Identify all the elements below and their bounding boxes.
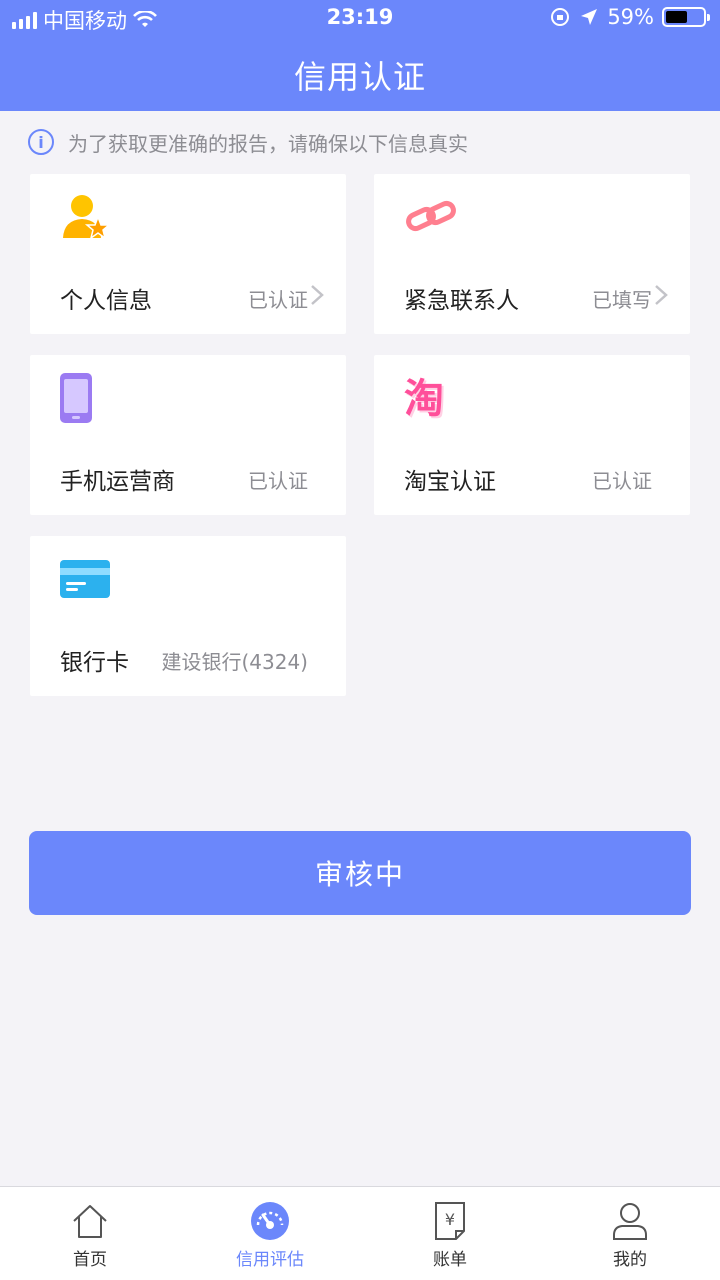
gauge-icon <box>251 1202 289 1240</box>
card-emergency-contact[interactable]: 紧急联系人 已填写 <box>374 174 690 334</box>
card-status: 已填写 <box>592 288 652 312</box>
bill-icon: ¥ <box>435 1202 465 1240</box>
status-bar: 中国移动 23:19 59% <box>0 0 720 36</box>
tab-bill[interactable]: ¥ 账单 <box>360 1187 540 1280</box>
card-status: 已认证 <box>592 469 652 493</box>
svg-text:¥: ¥ <box>445 1210 455 1229</box>
page-title: 信用认证 <box>293 58 426 96</box>
card-label: 个人信息 <box>60 288 152 314</box>
card-status: 已认证 <box>248 288 308 312</box>
rotation-lock-icon <box>551 8 570 26</box>
card-bank-card[interactable]: 银行卡 建设银行(4324) <box>30 536 346 696</box>
tab-label: 首页 <box>73 1250 107 1270</box>
tab-label: 信用评估 <box>236 1250 304 1270</box>
phone-icon <box>60 373 92 423</box>
tab-mine[interactable]: 我的 <box>540 1187 720 1280</box>
card-label: 银行卡 <box>60 650 129 676</box>
under-review-button[interactable]: 审核中 <box>29 831 691 915</box>
notice-text: 为了获取更准确的报告，请确保以下信息真实 <box>68 131 468 156</box>
home-icon <box>73 1205 107 1238</box>
person-star-icon <box>63 195 110 240</box>
card-status: 已认证 <box>248 469 308 493</box>
bottom-tab-bar: 首页 信用评估 ¥ 账单 我的 <box>0 1186 720 1280</box>
chevron-right-icon <box>311 285 324 305</box>
tab-home[interactable]: 首页 <box>0 1187 180 1280</box>
tab-credit-assessment[interactable]: 信用评估 <box>180 1187 360 1280</box>
info-icon: i <box>28 129 54 155</box>
card-label: 淘宝认证 <box>404 469 496 495</box>
card-status: 建设银行(4324) <box>161 650 308 674</box>
battery-percent: 59% <box>607 5 654 29</box>
chevron-right-icon <box>655 285 668 305</box>
tab-label: 我的 <box>613 1250 647 1270</box>
user-icon <box>613 1203 647 1240</box>
card-personal-info[interactable]: 个人信息 已认证 <box>30 174 346 334</box>
link-icon <box>406 200 456 232</box>
card-mobile-carrier[interactable]: 手机运营商 已认证 <box>30 355 346 515</box>
bank-card-icon <box>60 560 110 598</box>
header: 中国移动 23:19 59% 信用认证 <box>0 0 720 111</box>
taobao-icon: 淘 <box>404 376 444 422</box>
battery-icon <box>662 7 710 27</box>
tab-label: 账单 <box>433 1250 467 1270</box>
location-icon <box>581 9 598 25</box>
card-label: 紧急联系人 <box>404 288 519 314</box>
info-notice: i 为了获取更准确的报告，请确保以下信息真实 <box>28 126 468 158</box>
card-label: 手机运营商 <box>60 469 175 495</box>
card-taobao[interactable]: 淘 淘宝认证 已认证 <box>374 355 690 515</box>
